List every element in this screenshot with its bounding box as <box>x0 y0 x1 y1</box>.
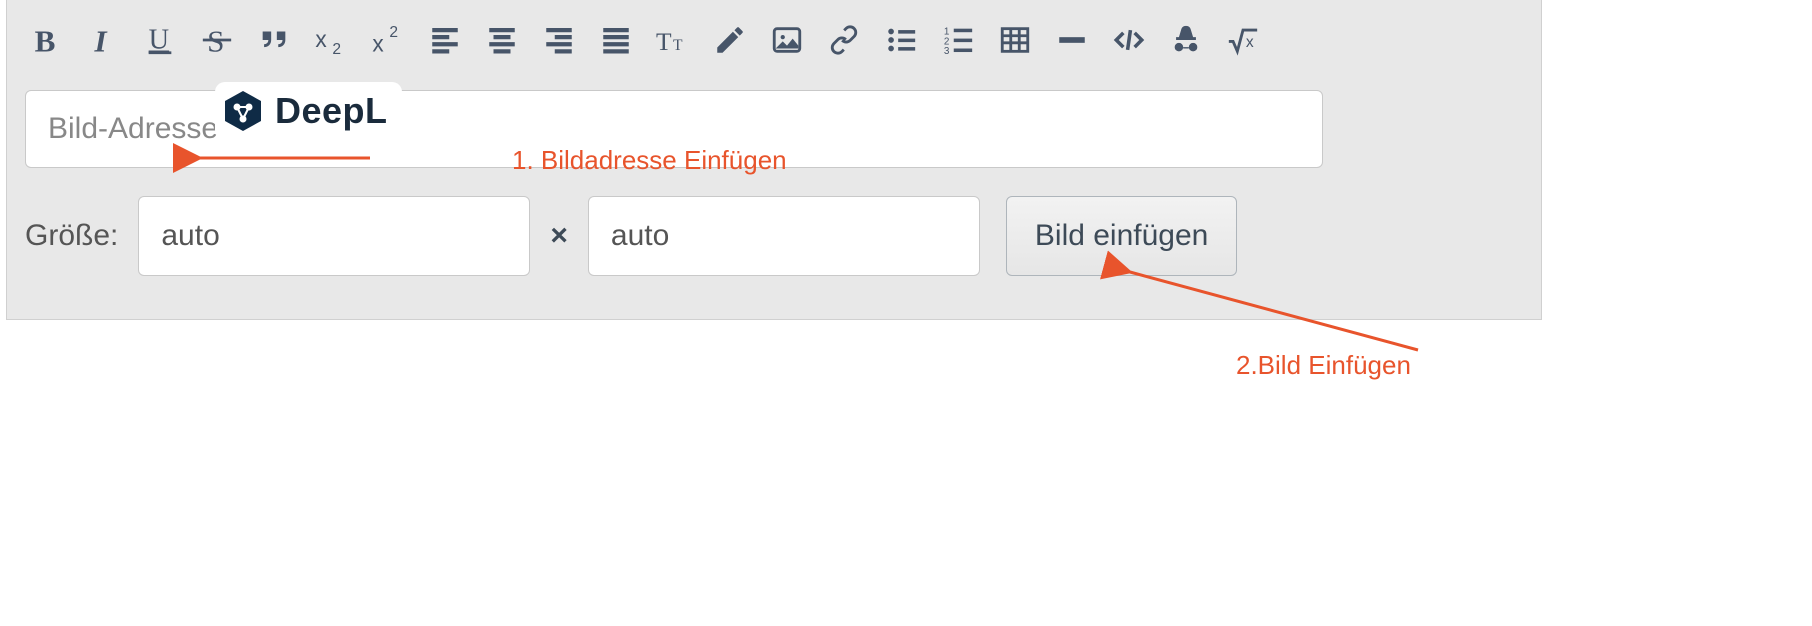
svg-text:3: 3 <box>944 46 950 57</box>
height-input[interactable] <box>588 196 980 276</box>
insert-image-button[interactable]: Bild einfügen <box>1006 196 1237 276</box>
bulleted-list-icon[interactable] <box>884 23 918 57</box>
svg-text:T: T <box>673 37 683 54</box>
size-label: Größe: <box>25 219 120 253</box>
subscript-icon[interactable]: x2 <box>314 23 348 57</box>
sqrt-icon[interactable]: x <box>1226 23 1260 57</box>
deepl-label: DeepL <box>275 90 388 132</box>
align-left-icon[interactable] <box>428 23 462 57</box>
svg-text:B: B <box>35 23 56 57</box>
toolbar: B I U S x2 x2 TT 123 x <box>7 0 1541 80</box>
align-justify-icon[interactable] <box>599 23 633 57</box>
svg-text:I: I <box>94 23 108 57</box>
svg-text:x: x <box>372 30 384 56</box>
align-center-icon[interactable] <box>485 23 519 57</box>
pencil-icon[interactable] <box>713 23 747 57</box>
image-insert-form: DeepL Größe: × Bild einfügen <box>7 80 1541 298</box>
annotation-step1: 1. Bildadresse Einfügen <box>512 145 787 176</box>
superscript-icon[interactable]: x2 <box>371 23 405 57</box>
deepl-logo-icon <box>221 89 265 133</box>
bold-icon[interactable]: B <box>29 23 63 57</box>
underline-icon[interactable]: U <box>143 23 177 57</box>
code-icon[interactable] <box>1112 23 1146 57</box>
svg-text:T: T <box>656 27 672 56</box>
table-icon[interactable] <box>998 23 1032 57</box>
image-icon[interactable] <box>770 23 804 57</box>
numbered-list-icon[interactable]: 123 <box>941 23 975 57</box>
deepl-badge[interactable]: DeepL <box>215 82 402 140</box>
svg-text:2: 2 <box>389 24 398 41</box>
width-input[interactable] <box>138 196 530 276</box>
quote-icon[interactable] <box>257 23 291 57</box>
svg-text:U: U <box>149 25 169 56</box>
svg-text:2: 2 <box>332 41 341 57</box>
svg-text:x: x <box>315 26 327 52</box>
strikethrough-icon[interactable]: S <box>200 23 234 57</box>
link-icon[interactable] <box>827 23 861 57</box>
text-size-icon[interactable]: TT <box>656 23 690 57</box>
annotation-step2: 2.Bild Einfügen <box>1236 350 1411 381</box>
minus-icon[interactable] <box>1055 23 1089 57</box>
italic-icon[interactable]: I <box>86 23 120 57</box>
anonymous-icon[interactable] <box>1169 23 1203 57</box>
times-symbol: × <box>548 219 570 253</box>
align-right-icon[interactable] <box>542 23 576 57</box>
svg-text:x: x <box>1246 34 1254 51</box>
